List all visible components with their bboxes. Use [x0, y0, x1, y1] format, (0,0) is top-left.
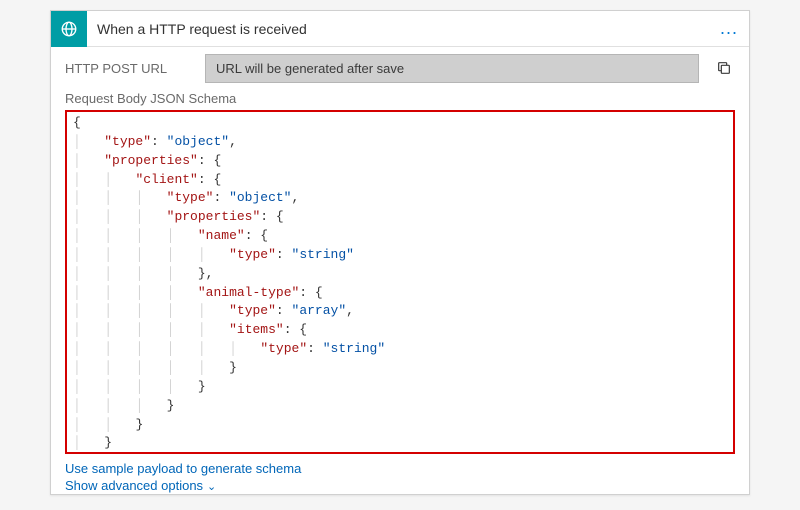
- more-button[interactable]: ...: [709, 18, 749, 39]
- copy-url-button[interactable]: [709, 53, 739, 83]
- show-advanced-label: Show advanced options: [65, 478, 203, 493]
- trigger-card: When a HTTP request is received ... HTTP…: [50, 10, 750, 495]
- sample-payload-link[interactable]: Use sample payload to generate schema: [51, 460, 749, 477]
- chevron-down-icon: ⌄: [207, 481, 216, 493]
- schema-editor[interactable]: { │ "type": "object", │ "properties": { …: [65, 110, 735, 454]
- card-title: When a HTTP request is received: [87, 21, 709, 37]
- url-row: HTTP POST URL URL will be generated afte…: [51, 47, 749, 89]
- schema-label: Request Body JSON Schema: [51, 89, 749, 110]
- url-label: HTTP POST URL: [65, 61, 195, 76]
- url-value: URL will be generated after save: [205, 54, 699, 83]
- card-header: When a HTTP request is received ...: [51, 11, 749, 47]
- copy-icon: [716, 60, 732, 76]
- http-trigger-icon: [51, 11, 87, 47]
- show-advanced-link[interactable]: Show advanced options ⌄: [51, 477, 749, 494]
